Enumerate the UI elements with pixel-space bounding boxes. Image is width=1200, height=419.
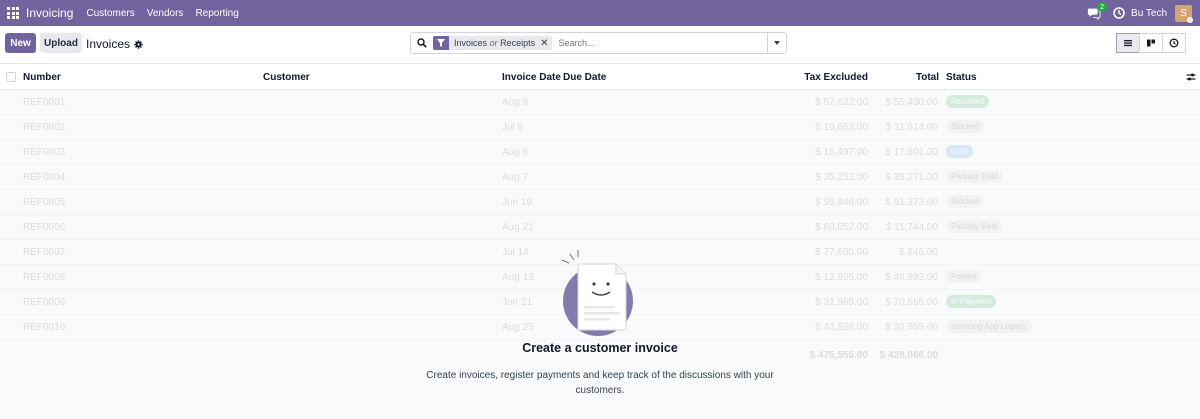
facet-or: or [489, 38, 498, 48]
helper-description: Create invoices, register payments and k… [426, 370, 774, 396]
presence-dot [1187, 16, 1193, 23]
app-name[interactable]: Invoicing [26, 6, 73, 20]
filter-icon [433, 36, 449, 50]
caret-down-icon [774, 41, 780, 45]
filter-facet: Invoices or Receipts ✕ [433, 36, 553, 50]
upload-button[interactable]: Upload [40, 33, 82, 53]
breadcrumb: Invoices [86, 37, 143, 51]
top-navbar: Invoicing Customers Vendors Reporting 2 … [0, 0, 1200, 26]
search-bar: Invoices or Receipts ✕ [410, 32, 787, 54]
facet-value-receipts: Receipts [500, 38, 536, 48]
activity-view-button[interactable] [1162, 33, 1186, 53]
facet-value-invoices: Invoices [454, 38, 488, 48]
navbar-right: 2 Bu Tech S [1087, 0, 1193, 26]
activity-clock-icon[interactable] [1113, 7, 1125, 19]
clock-icon [1169, 38, 1179, 48]
search-panel-toggle[interactable] [767, 33, 786, 53]
user-avatar[interactable]: S [1175, 4, 1193, 23]
facet-label: Invoices or Receipts [449, 38, 540, 48]
list-icon [1124, 40, 1132, 47]
avatar-letter: S [1180, 7, 1187, 19]
gear-icon[interactable] [134, 39, 143, 49]
view-switcher [1116, 33, 1186, 53]
kanban-view-button[interactable] [1139, 33, 1163, 53]
menu-vendors[interactable]: Vendors [147, 8, 184, 19]
chat-count-badge: 2 [1097, 2, 1108, 12]
empty-state-helper: Create a customer invoice Create invoice… [0, 64, 1200, 419]
chat-icon[interactable]: 2 [1087, 2, 1108, 20]
search-icon[interactable] [417, 38, 427, 48]
menu-reporting[interactable]: Reporting [195, 8, 238, 19]
apps-grid-icon[interactable] [7, 7, 19, 19]
document-smile-illustration [561, 250, 633, 336]
kanban-icon [1147, 39, 1155, 47]
list-view-button[interactable] [1116, 33, 1140, 53]
facet-remove-icon[interactable]: ✕ [540, 38, 552, 49]
page-title: Invoices [86, 37, 131, 51]
menu-customers[interactable]: Customers [86, 8, 134, 19]
company-switcher[interactable]: Bu Tech [1131, 8, 1167, 19]
new-button[interactable]: New [5, 33, 36, 53]
control-panel: New Upload Invoices Invoices or Receipts… [0, 26, 1200, 64]
search-input[interactable] [558, 38, 759, 48]
helper-title: Create a customer invoice [522, 341, 678, 355]
